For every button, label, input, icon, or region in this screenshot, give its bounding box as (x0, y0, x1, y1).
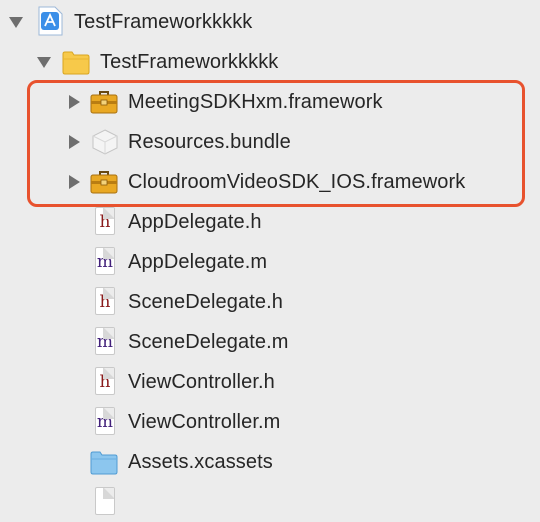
group-label: TestFrameworkkkkk (100, 51, 279, 73)
project-row[interactable]: TestFrameworkkkkk (0, 2, 540, 42)
bundle-icon (92, 129, 118, 155)
disclosure-collapsed-icon[interactable] (66, 95, 82, 109)
header-file-icon: h (95, 207, 115, 235)
list-item[interactable]: Resources.bundle (0, 122, 540, 162)
list-item[interactable]: h AppDelegate.h (0, 202, 540, 242)
disclosure-collapsed-icon[interactable] (66, 175, 82, 189)
list-item[interactable]: m SceneDelegate.m (0, 322, 540, 362)
item-label: MeetingSDKHxm.framework (128, 91, 383, 113)
list-item-partial[interactable] (0, 482, 540, 522)
list-item[interactable]: MeetingSDKHxm.framework (0, 82, 540, 122)
item-label: AppDelegate.m (128, 251, 268, 273)
disclosure-expanded-icon[interactable] (8, 15, 24, 29)
header-file-icon: h (95, 367, 115, 395)
disclosure-collapsed-icon[interactable] (66, 135, 82, 149)
file-icon (95, 487, 115, 515)
framework-toolbox-icon (90, 91, 118, 114)
list-item[interactable]: m AppDelegate.m (0, 242, 540, 282)
item-label: Resources.bundle (128, 131, 291, 153)
item-label: CloudroomVideoSDK_IOS.framework (128, 171, 466, 193)
objc-file-icon: m (95, 247, 115, 275)
group-row[interactable]: TestFrameworkkkkk (0, 42, 540, 82)
assets-folder-icon (90, 451, 118, 475)
objc-file-icon: m (95, 327, 115, 355)
list-item[interactable]: h ViewController.h (0, 362, 540, 402)
list-item[interactable]: CloudroomVideoSDK_IOS.framework (0, 162, 540, 202)
framework-toolbox-icon (90, 171, 118, 194)
xcode-project-icon (38, 6, 63, 36)
list-item[interactable]: Assets.xcassets (0, 442, 540, 482)
item-label: AppDelegate.h (128, 211, 262, 233)
project-label: TestFrameworkkkkk (74, 11, 253, 33)
list-item[interactable]: h SceneDelegate.h (0, 282, 540, 322)
item-label: Assets.xcassets (128, 451, 273, 473)
header-file-icon: h (95, 287, 115, 315)
disclosure-expanded-icon[interactable] (36, 55, 52, 69)
item-label: SceneDelegate.m (128, 331, 289, 353)
folder-icon (62, 51, 90, 75)
item-label: SceneDelegate.h (128, 291, 283, 313)
list-item[interactable]: m ViewController.m (0, 402, 540, 442)
item-label: ViewController.h (128, 371, 275, 393)
item-label: ViewController.m (128, 411, 281, 433)
objc-file-icon: m (95, 407, 115, 435)
